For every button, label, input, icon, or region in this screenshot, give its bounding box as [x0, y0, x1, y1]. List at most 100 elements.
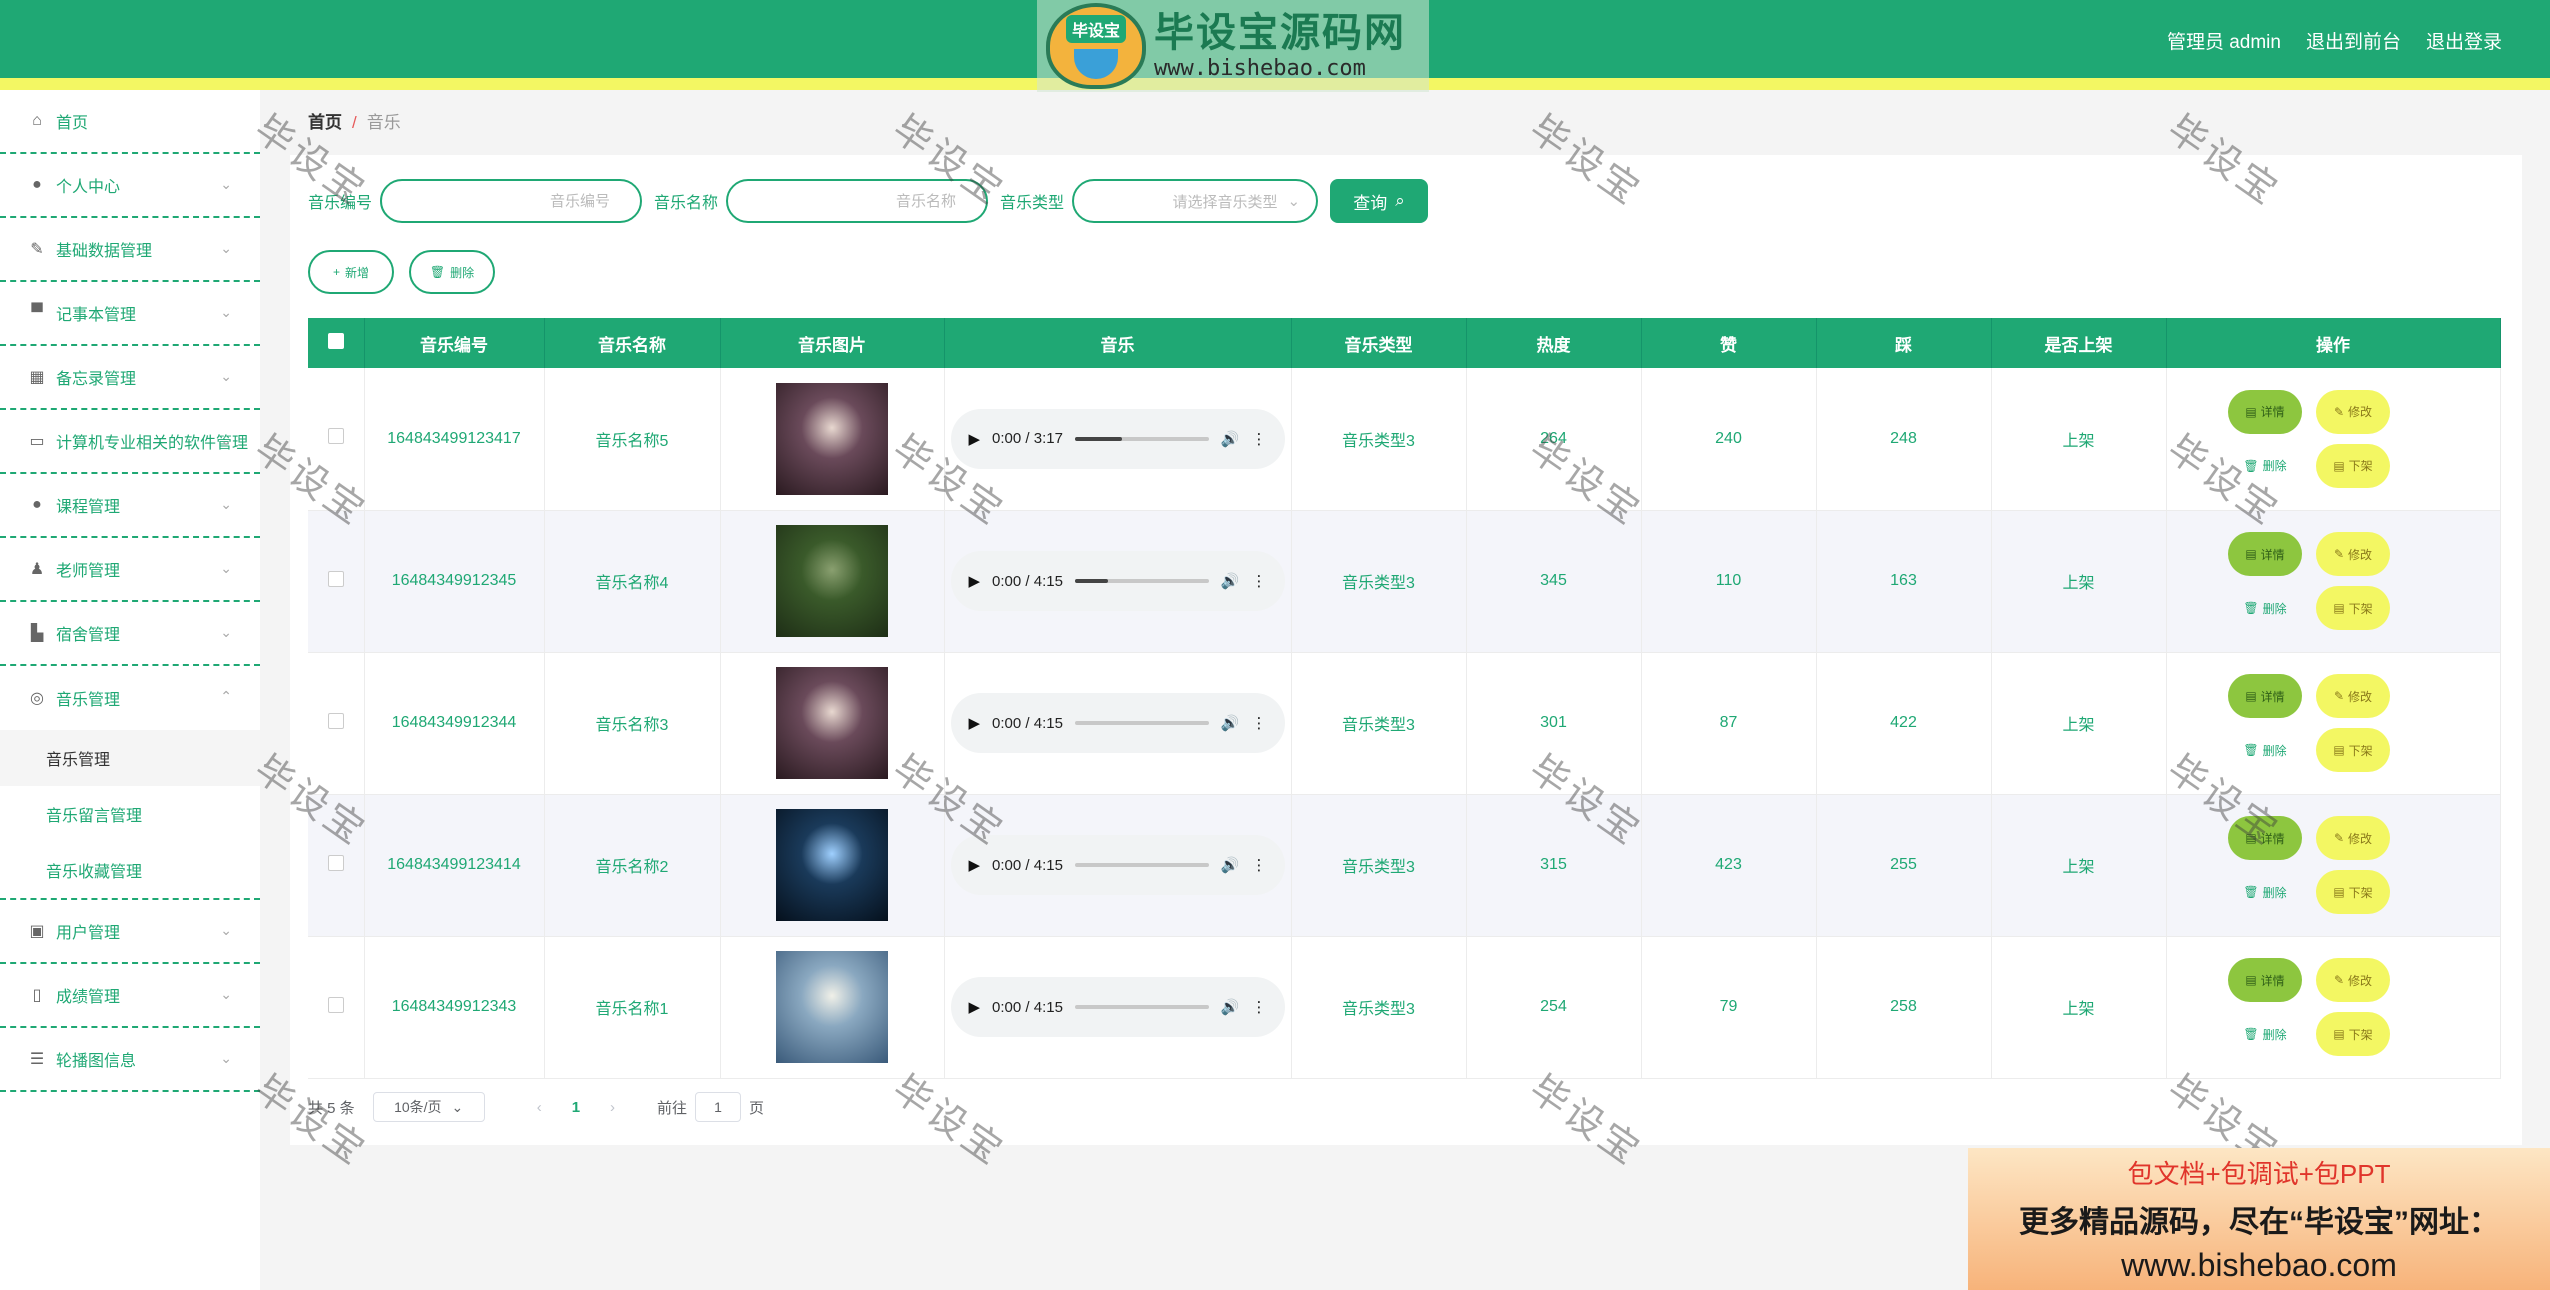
cell-code: 16484349912345	[364, 510, 545, 653]
play-icon[interactable]: ▶	[969, 572, 981, 590]
more-options-icon[interactable]: ⋮	[1252, 714, 1267, 732]
volume-icon[interactable]: 🔊	[1221, 998, 1240, 1016]
header-audio: 音乐	[944, 318, 1292, 368]
cell-name: 音乐名称4	[544, 510, 721, 653]
sidebar-item-after-2[interactable]: ☰ 轮播图信息 ⌄	[0, 1028, 260, 1092]
audio-player[interactable]: ▶ 0:00 / 4:15 🔊 ⋮	[950, 977, 1285, 1037]
play-icon[interactable]: ▶	[969, 714, 981, 732]
play-icon[interactable]: ▶	[969, 430, 981, 448]
music-name-input[interactable]	[726, 179, 989, 223]
row-checkbox[interactable]	[327, 854, 344, 871]
sidebar-item-2[interactable]: ✎ 基础数据管理 ⌄	[0, 218, 260, 282]
sidebar-item-9[interactable]: ◎ 音乐管理 ⌃	[0, 666, 260, 730]
more-options-icon[interactable]: ⋮	[1252, 430, 1267, 448]
sidebar-item-5[interactable]: ▭ 计算机专业相关的软件管理 ⌄	[0, 410, 260, 474]
add-button[interactable]: + 新增	[308, 250, 394, 294]
batch-delete-button[interactable]: 🗑 删除	[409, 250, 495, 294]
submenu-item-1[interactable]: 音乐留言管理	[0, 786, 260, 842]
ad-banner[interactable]: 包文档+包调试+包PPT 更多精品源码，尽在“毕设宝”网址： www.bishe…	[1968, 1148, 2550, 1290]
audio-progress[interactable]	[1074, 579, 1209, 583]
row-checkbox[interactable]	[327, 996, 344, 1013]
offline-button[interactable]: ▤ 下架	[2316, 728, 2390, 772]
volume-icon[interactable]: 🔊	[1221, 714, 1240, 732]
volume-icon[interactable]: 🔊	[1221, 856, 1240, 874]
breadcrumb-home[interactable]: 首页	[308, 113, 342, 132]
audio-player[interactable]: ▶ 0:00 / 4:15 🔊 ⋮	[950, 693, 1285, 753]
submenu-item-0[interactable]: 音乐管理	[0, 730, 260, 786]
row-checkbox[interactable]	[327, 570, 344, 587]
detail-button[interactable]: ▤ 详情	[2228, 958, 2302, 1002]
edit-button[interactable]: ✎ 修改	[2316, 958, 2390, 1002]
volume-icon[interactable]: 🔊	[1221, 572, 1240, 590]
detail-button[interactable]: ▤ 详情	[2228, 532, 2302, 576]
chevron-down-icon: ⌄	[220, 560, 232, 576]
sidebar-item-7[interactable]: ♟ 老师管理 ⌄	[0, 538, 260, 602]
next-page-icon[interactable]: ›	[610, 1099, 615, 1116]
cover-image[interactable]	[776, 951, 888, 1063]
detail-button[interactable]: ▤ 详情	[2228, 674, 2302, 718]
detail-button[interactable]: ▤ 详情	[2228, 816, 2302, 860]
audio-progress[interactable]	[1074, 721, 1209, 725]
goto-page-input[interactable]: 1	[695, 1092, 742, 1122]
audio-progress[interactable]	[1074, 436, 1209, 441]
offline-button[interactable]: ▤ 下架	[2316, 443, 2390, 488]
logout-link[interactable]: 退出登录	[2426, 27, 2502, 54]
delete-button[interactable]: 🗑 删除	[2228, 444, 2302, 488]
edit-button[interactable]: ✎ 修改	[2316, 816, 2390, 860]
sidebar-item-6[interactable]: ● 课程管理 ⌄	[0, 474, 260, 538]
more-options-icon[interactable]: ⋮	[1252, 856, 1267, 874]
offline-button[interactable]: ▤ 下架	[2316, 870, 2390, 914]
query-button[interactable]: 查询 ⌕	[1330, 179, 1429, 223]
play-icon[interactable]: ▶	[969, 998, 981, 1016]
row-checkbox[interactable]	[327, 428, 344, 445]
music-code-input[interactable]	[380, 179, 643, 223]
select-all-checkbox[interactable]	[327, 332, 344, 349]
more-options-icon[interactable]: ⋮	[1252, 998, 1267, 1016]
sidebar-item-0[interactable]: ⌂ 首页	[0, 90, 260, 154]
offline-button[interactable]: ▤ 下架	[2316, 1012, 2390, 1056]
sidebar-item-label: 备忘录管理	[56, 371, 137, 388]
audio-progress[interactable]	[1074, 1005, 1209, 1009]
page-size-select[interactable]: 10条/页 ⌄	[372, 1092, 485, 1122]
admin-user-link[interactable]: 管理员 admin	[2167, 27, 2281, 54]
cell-status: 上架	[1991, 936, 2167, 1079]
trash-icon: 🗑	[429, 265, 446, 279]
cover-image[interactable]	[776, 525, 888, 637]
exit-to-front-link[interactable]: 退出到前台	[2306, 27, 2401, 54]
audio-player[interactable]: ▶ 0:00 / 4:15 🔊 ⋮	[950, 551, 1285, 611]
delete-icon: 🗑	[2243, 458, 2259, 473]
delete-icon: 🗑	[2243, 1027, 2259, 1041]
edit-button[interactable]: ✎ 修改	[2316, 532, 2390, 576]
play-icon[interactable]: ▶	[969, 856, 981, 874]
delete-button[interactable]: 🗑 删除	[2228, 728, 2302, 772]
sidebar-item-3[interactable]: ▀ 记事本管理 ⌄	[0, 282, 260, 346]
submenu-item-2[interactable]: 音乐收藏管理	[0, 842, 260, 898]
detail-button[interactable]: ▤ 详情	[2228, 389, 2302, 434]
sidebar-item-8[interactable]: ▙ 宿舍管理 ⌄	[0, 602, 260, 666]
delete-button[interactable]: 🗑 删除	[2228, 870, 2302, 914]
edit-button[interactable]: ✎ 修改	[2316, 674, 2390, 718]
cell-audio: ▶ 0:00 / 4:15 🔊 ⋮	[944, 794, 1292, 937]
cell-dislike: 258	[1816, 936, 1992, 1079]
page-number[interactable]: 1	[572, 1099, 580, 1116]
row-checkbox[interactable]	[327, 712, 344, 729]
volume-icon[interactable]: 🔊	[1221, 430, 1240, 448]
sidebar-item-after-0[interactable]: ▣ 用户管理 ⌄	[0, 900, 260, 964]
audio-player[interactable]: ▶ 0:00 / 3:17 🔊 ⋮	[950, 408, 1285, 469]
sidebar-item-4[interactable]: ▦ 备忘录管理 ⌄	[0, 346, 260, 410]
offline-button[interactable]: ▤ 下架	[2316, 586, 2390, 630]
sidebar-item-after-1[interactable]: ▯ 成绩管理 ⌄	[0, 964, 260, 1028]
delete-button[interactable]: 🗑 删除	[2228, 1012, 2302, 1056]
cover-image[interactable]	[776, 382, 888, 495]
sidebar-item-1[interactable]: ● 个人中心 ⌄	[0, 154, 260, 218]
audio-progress[interactable]	[1074, 863, 1209, 867]
more-options-icon[interactable]: ⋮	[1252, 572, 1267, 590]
cover-image[interactable]	[776, 809, 888, 921]
music-type-select[interactable]: 请选择音乐类型 ⌄	[1072, 179, 1319, 223]
delete-button[interactable]: 🗑 删除	[2228, 586, 2302, 630]
logo-text: 毕设宝源码网 www.bishebao.com	[1154, 10, 1406, 82]
audio-player[interactable]: ▶ 0:00 / 4:15 🔊 ⋮	[950, 835, 1285, 895]
cover-image[interactable]	[776, 667, 888, 779]
prev-page-icon[interactable]: ‹	[537, 1099, 542, 1116]
edit-button[interactable]: ✎ 修改	[2316, 389, 2390, 434]
